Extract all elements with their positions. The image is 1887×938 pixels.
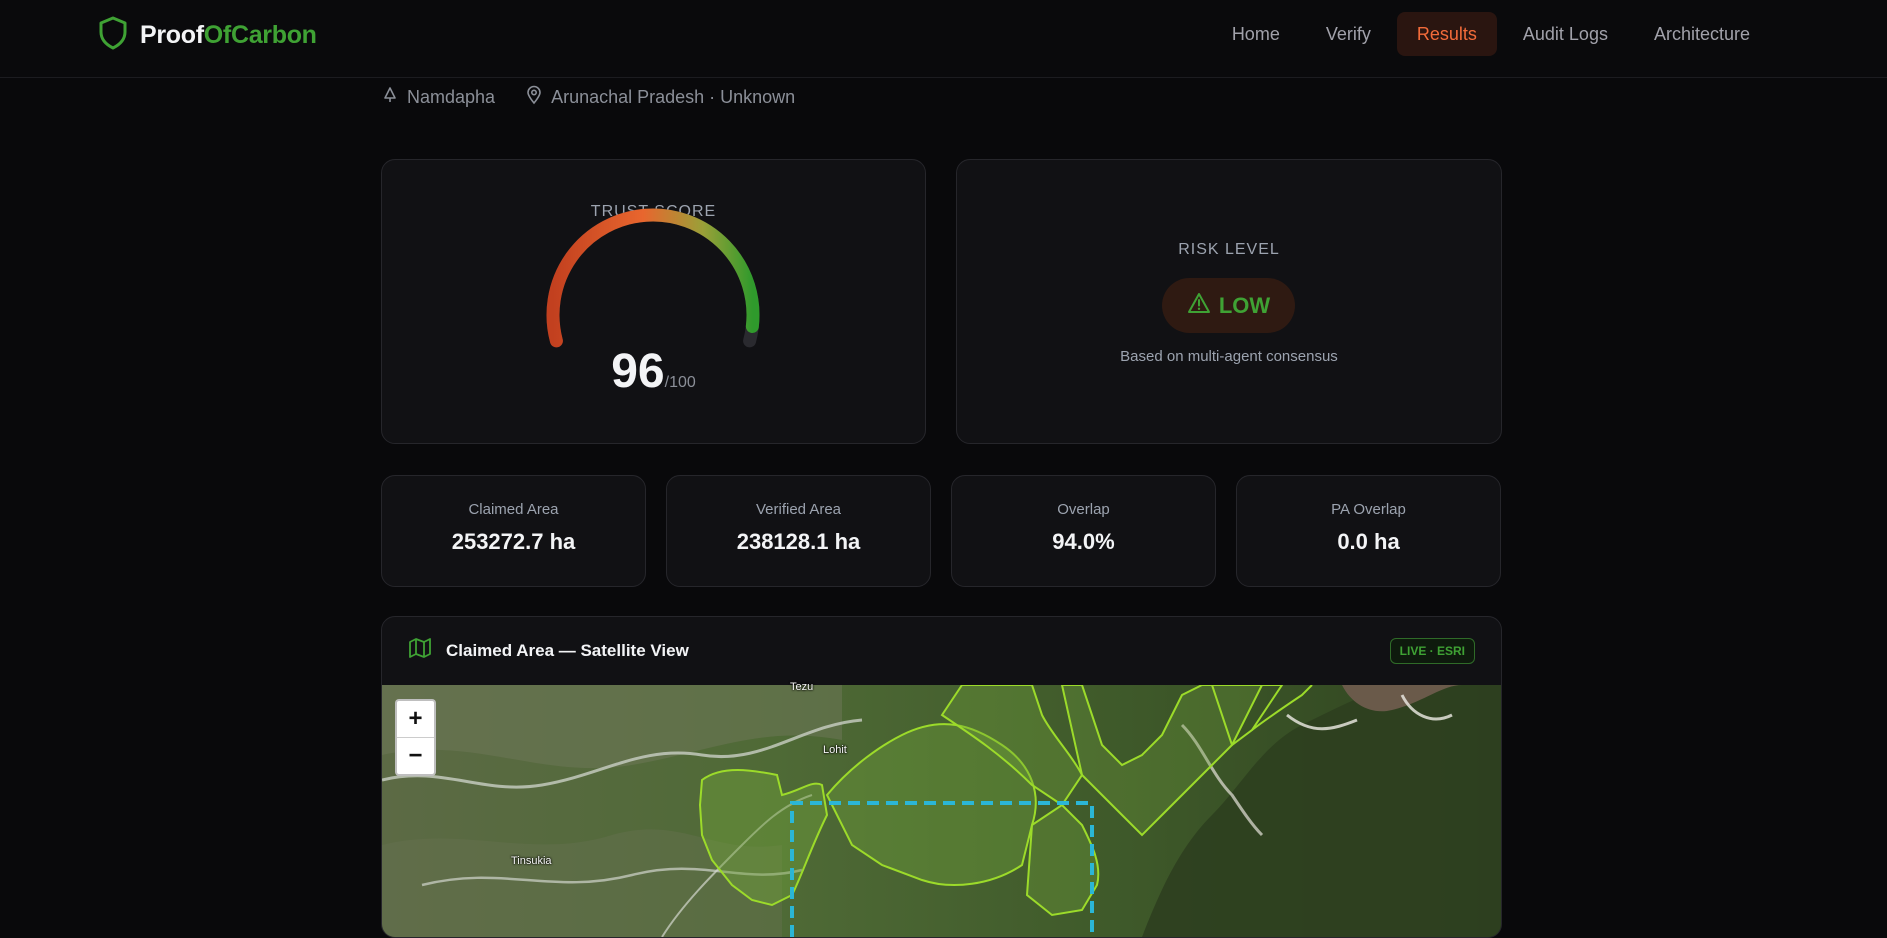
risk-level-label: LOW <box>1218 292 1271 318</box>
nav-home[interactable]: Home <box>1212 12 1300 56</box>
stat-card-overlap: Overlap 94.0% <box>951 475 1216 587</box>
gauge-fill <box>546 208 760 348</box>
stat-value: 94.0% <box>1052 529 1115 554</box>
warning-icon <box>1187 292 1211 319</box>
trust-score-number: 96 <box>611 345 665 398</box>
risk-level-note: Based on multi-agent consensus <box>1120 348 1338 365</box>
gauge-track <box>546 208 760 348</box>
top-navbar: ProofOfCarbon Home Verify Results Audit … <box>0 0 1887 78</box>
place-tinsukia: Tinsukia <box>511 855 552 867</box>
location-line: Namdapha Arunachal Pradesh · Unknown <box>381 84 795 110</box>
brand-logo[interactable]: ProofOfCarbon <box>98 16 317 55</box>
nav-results[interactable]: Results <box>1396 12 1497 56</box>
satellite-imagery <box>382 684 1501 937</box>
site-name: Namdapha <box>407 86 496 107</box>
stat-card-claimed-area: Claimed Area 253272.7 ha <box>381 475 646 587</box>
stat-value: 0.0 ha <box>1337 529 1400 554</box>
nav-links: Home Verify Results Audit Logs Architect… <box>1212 12 1770 56</box>
stat-card-verified-area: Verified Area 238128.1 ha <box>666 475 931 587</box>
trust-gauge <box>546 208 760 348</box>
region-name: Arunachal Pradesh · Unknown <box>551 86 796 107</box>
nav-audit-logs[interactable]: Audit Logs <box>1503 12 1628 56</box>
stat-card-pa-overlap: PA Overlap 0.0 ha <box>1236 475 1501 587</box>
shield-icon <box>98 16 128 55</box>
live-source-badge: LIVE · ESRI <box>1389 638 1475 664</box>
place-tezu: Tezu <box>790 681 814 693</box>
zoom-control: + − <box>395 699 436 776</box>
stat-label: Claimed Area <box>468 501 559 518</box>
risk-level-badge: LOW <box>1162 278 1295 333</box>
map-title: Claimed Area — Satellite View <box>446 640 689 660</box>
map-icon <box>408 637 432 664</box>
zoom-in-button[interactable]: + <box>397 701 434 737</box>
map-header: Claimed Area — Satellite View <box>382 617 1501 684</box>
trust-score-card: TRUST SCORE 96/100 <box>381 159 926 444</box>
stat-label: PA Overlap <box>1331 501 1406 518</box>
trust-score-value: 96/100 <box>382 344 925 399</box>
place-lohit: Lohit <box>823 744 847 756</box>
stat-label: Verified Area <box>755 501 842 518</box>
zoom-out-button[interactable]: − <box>397 737 434 774</box>
risk-level-title: RISK LEVEL <box>1178 241 1280 258</box>
stat-label: Overlap <box>1057 501 1110 518</box>
satellite-map-card: Claimed Area — Satellite View LIVE · ESR… <box>381 616 1502 938</box>
nav-architecture[interactable]: Architecture <box>1634 12 1770 56</box>
nav-verify[interactable]: Verify <box>1306 12 1391 56</box>
satellite-map[interactable]: Tezu Lohit Tinsukia + − <box>382 681 1501 937</box>
tree-icon <box>381 86 399 109</box>
stat-value: 238128.1 ha <box>736 529 861 554</box>
map-pin-icon <box>525 85 543 110</box>
brand-name: ProofOfCarbon <box>140 20 317 49</box>
risk-level-card: RISK LEVEL LOW Based on multi-agent cons… <box>956 159 1502 444</box>
stat-value: 253272.7 ha <box>451 529 576 554</box>
trust-score-max: /100 <box>664 374 696 391</box>
